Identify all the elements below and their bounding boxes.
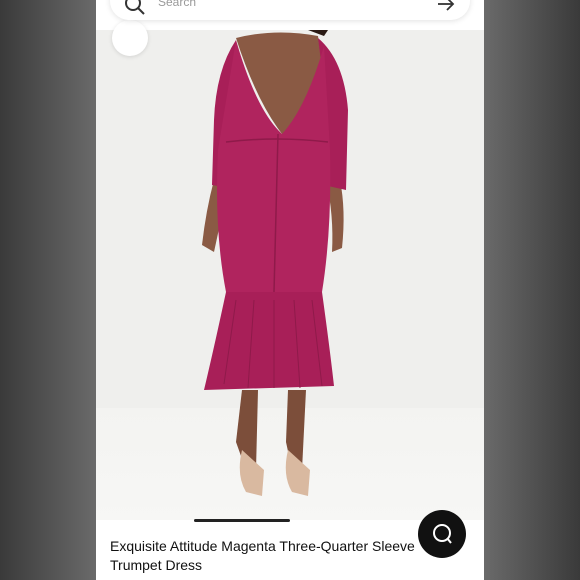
- app-screen: Search Exquisite Attitude Magenta Three-…: [96, 0, 484, 580]
- image-carousel-indicator: [194, 519, 290, 522]
- arrow-right-icon[interactable]: [436, 0, 456, 14]
- background-left: [0, 0, 96, 580]
- search-bar[interactable]: Search: [110, 0, 470, 20]
- chat-button[interactable]: [418, 510, 466, 558]
- favorite-button[interactable]: [112, 20, 148, 56]
- search-placeholder: Search: [158, 0, 197, 9]
- background-right: [484, 0, 580, 580]
- search-icon: [125, 0, 145, 15]
- dress-model-illustration: [202, 30, 348, 496]
- chat-icon: [433, 524, 452, 544]
- product-image[interactable]: [96, 20, 484, 520]
- product-title: Exquisite Attitude Magenta Three-Quarter…: [110, 538, 415, 573]
